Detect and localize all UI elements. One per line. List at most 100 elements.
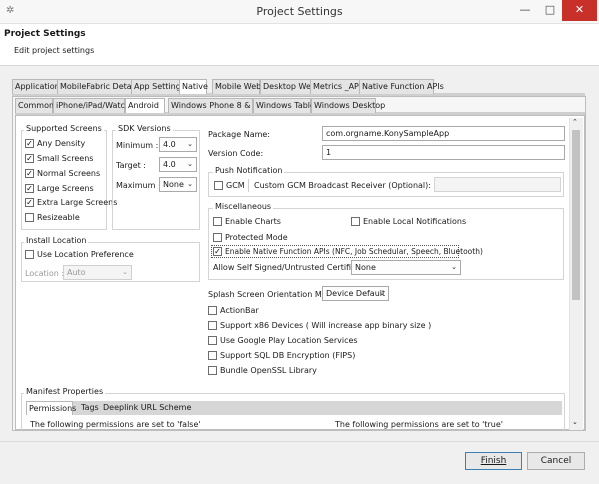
- tab-windows-tablet[interactable]: Windows Tablet: [253, 98, 318, 113]
- window-title: Project Settings: [256, 5, 343, 18]
- option-google-play-location-label: Use Google Play Location Services: [220, 336, 358, 345]
- permissions-false-text: The following permissions are set to 'fa…: [30, 420, 201, 429]
- platform-tabs: Common iPhone/iPad/Watch Android Windows…: [15, 98, 585, 113]
- tab-mobile-web[interactable]: Mobile Web: [212, 79, 261, 94]
- splash-orientation-label: Splash Screen Orientation Mode:: [208, 290, 340, 299]
- minimize-button[interactable]: —: [512, 0, 538, 21]
- chevron-down-icon: ⌄: [122, 268, 128, 276]
- tab-permissions[interactable]: Permissions: [26, 401, 76, 415]
- manifest-properties-label: Manifest Properties: [24, 387, 106, 396]
- enable-native-apis-label: Enable Native Function APIs (NFC, Job Sc…: [225, 247, 483, 256]
- protected-mode-checkbox[interactable]: [213, 233, 222, 242]
- sdk-target-value: 4.0: [163, 160, 176, 169]
- title-bar: ✲ Project Settings — □ ✕: [0, 0, 599, 24]
- option-google-play-location-checkbox[interactable]: [208, 336, 217, 345]
- push-divider: [248, 179, 249, 192]
- footer-divider: [0, 441, 599, 442]
- enable-native-apis-checkbox[interactable]: ✓: [213, 247, 222, 256]
- scroll-down-icon[interactable]: ⌄: [572, 418, 578, 426]
- location-select[interactable]: Auto ⌄: [63, 265, 132, 280]
- tab-metrics-apm[interactable]: Metrics _APM: [310, 79, 366, 94]
- use-location-preference-checkbox[interactable]: [25, 250, 34, 259]
- screen-large-label: Large Screens: [37, 184, 94, 193]
- tab-deeplink-url-scheme[interactable]: Deeplink URL Scheme: [101, 401, 191, 415]
- enable-charts-label: Enable Charts: [225, 217, 281, 226]
- push-notification-label: Push Notification: [213, 166, 285, 175]
- sdk-minimum-label: Minimum :: [116, 141, 159, 150]
- screen-extra-large-checkbox[interactable]: ✓: [25, 198, 34, 207]
- tab-mobilefabric-details[interactable]: MobileFabric Details: [57, 79, 140, 94]
- chevron-down-icon: ⌄: [379, 289, 385, 297]
- maximize-button[interactable]: □: [538, 0, 562, 21]
- enable-charts-checkbox[interactable]: [213, 217, 222, 226]
- use-location-preference-label: Use Location Preference: [37, 250, 134, 259]
- chevron-down-icon: ⌄: [451, 263, 457, 271]
- tab-android[interactable]: Android: [125, 98, 165, 113]
- header-title: Project Settings: [4, 29, 86, 39]
- sdk-maximum-label: Maximum :: [116, 181, 161, 190]
- miscellaneous-label: Miscellaneous: [213, 202, 274, 211]
- sdk-minimum-value: 4.0: [163, 140, 176, 149]
- screen-extra-large-label: Extra Large Screens: [37, 198, 118, 207]
- gcm-receiver-label: Custom GCM Broadcast Receiver (Optional)…: [254, 181, 431, 190]
- location-label: Location :: [25, 269, 65, 278]
- sdk-target-label: Target :: [116, 161, 146, 170]
- sdk-maximum-select[interactable]: None ⌄: [159, 177, 197, 192]
- option-bundle-openssl-label: Bundle OpenSSL Library: [220, 366, 317, 375]
- permissions-true-text: The following permissions are set to 'tr…: [335, 420, 503, 429]
- screen-any-density-checkbox[interactable]: ✓: [25, 139, 34, 148]
- enable-local-notifications-checkbox[interactable]: [351, 217, 360, 226]
- tab-common[interactable]: Common: [15, 98, 54, 113]
- finish-button[interactable]: Finish: [465, 452, 522, 470]
- header-subtitle: Edit project settings: [14, 46, 95, 55]
- gcm-label: GCM: [226, 181, 245, 190]
- screen-normal-checkbox[interactable]: ✓: [25, 169, 34, 178]
- install-location-label: Install Location: [24, 236, 89, 245]
- cancel-label: Cancel: [540, 456, 572, 466]
- option-x86-label: Support x86 Devices ( Will increase app …: [220, 321, 432, 330]
- chevron-down-icon: ⌄: [187, 160, 193, 168]
- package-name-input[interactable]: com.orgname.KonySampleApp: [322, 126, 565, 141]
- cancel-button[interactable]: Cancel: [527, 452, 585, 470]
- option-bundle-openssl-checkbox[interactable]: [208, 366, 217, 375]
- option-actionbar-checkbox[interactable]: [208, 306, 217, 315]
- tab-tags[interactable]: Tags: [79, 401, 101, 415]
- option-x86-checkbox[interactable]: [208, 321, 217, 330]
- sdk-versions-label: SDK Versions: [116, 124, 173, 133]
- version-code-input[interactable]: 1: [322, 145, 565, 160]
- screen-resizeable-checkbox[interactable]: [25, 213, 34, 222]
- sdk-target-select[interactable]: 4.0 ⌄: [159, 157, 197, 172]
- tab-windows-desktop[interactable]: Windows Desktop: [311, 98, 385, 113]
- screen-small-label: Small Screens: [37, 154, 94, 163]
- dialog-header: Project Settings Edit project settings: [0, 24, 599, 66]
- scroll-up-icon[interactable]: ⌃: [572, 118, 578, 126]
- option-sql-encryption-checkbox[interactable]: [208, 351, 217, 360]
- scrollbar-thumb[interactable]: [572, 130, 580, 300]
- tab-desktop-web[interactable]: Desktop Web: [260, 79, 316, 94]
- chevron-down-icon: ⌄: [187, 180, 193, 188]
- version-code-label: Version Code:: [208, 149, 264, 158]
- option-actionbar-label: ActionBar: [220, 306, 259, 315]
- self-signed-select[interactable]: None ⌄: [351, 260, 461, 275]
- tab-windows-phone[interactable]: Windows Phone 8 & 8.1: [168, 98, 266, 113]
- enable-local-notifications-label: Enable Local Notifications: [363, 217, 467, 226]
- tab-iphone-ipad-watch[interactable]: iPhone/iPad/Watch: [53, 98, 130, 113]
- tab-native[interactable]: Native: [179, 79, 208, 94]
- tab-native-function-apis[interactable]: Native Function APIs: [359, 79, 444, 94]
- package-name-label: Package Name:: [208, 130, 270, 139]
- gcm-checkbox[interactable]: [214, 181, 223, 190]
- screen-large-checkbox[interactable]: ✓: [25, 184, 34, 193]
- screen-resizeable-label: Resizeable: [37, 213, 80, 222]
- tab-application[interactable]: Application: [12, 79, 60, 94]
- splash-orientation-select[interactable]: Device Default ⌄: [322, 286, 389, 301]
- manifest-tabs: Permissions Tags Deeplink URL Scheme: [26, 401, 562, 415]
- self-signed-value: None: [355, 263, 376, 272]
- close-button[interactable]: ✕: [562, 0, 597, 21]
- gcm-receiver-input[interactable]: [434, 177, 561, 192]
- supported-screens-label: Supported Screens: [24, 124, 104, 133]
- screen-small-checkbox[interactable]: ✓: [25, 154, 34, 163]
- sdk-minimum-select[interactable]: 4.0 ⌄: [159, 137, 197, 152]
- tab-app-settings[interactable]: App Settings: [131, 79, 185, 94]
- screen-normal-label: Normal Screens: [37, 169, 101, 178]
- self-signed-label: Allow Self Signed/Untrusted Certificates: [213, 263, 373, 272]
